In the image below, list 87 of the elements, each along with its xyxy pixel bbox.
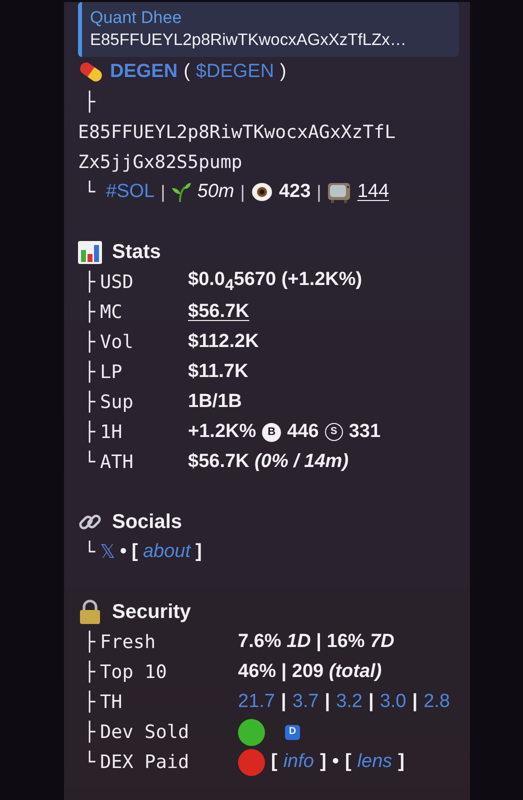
row-label: Vol [100, 332, 134, 352]
link[interactable]: 21.7 [238, 691, 275, 713]
link[interactable]: 𝕏 [100, 540, 115, 564]
row-label: Dev Sold [100, 722, 190, 742]
ticker-link[interactable]: $DEGEN [196, 61, 274, 83]
row-label: 1H [100, 422, 124, 442]
value-text: 446 [287, 421, 319, 443]
link[interactable]: about [142, 541, 191, 563]
link[interactable]: 2.8 [424, 691, 450, 713]
row-label: Fresh [100, 632, 157, 652]
row-label: MC [100, 302, 124, 322]
pill-icon [78, 61, 104, 83]
quote-author: Quant Dhee [90, 7, 183, 29]
separator: | [240, 182, 245, 202]
row-label: LP [100, 362, 124, 382]
letter-badge: S [324, 423, 343, 441]
eye-icon [250, 182, 273, 202]
row-label: DEX Paid [100, 752, 190, 772]
tree-branch: ├ [84, 632, 96, 652]
link[interactable]: 3.7 [292, 691, 319, 713]
value-text: ] [320, 751, 326, 773]
value-text: ] [398, 751, 404, 773]
section-title: Stats [112, 240, 161, 264]
quoted-message[interactable]: Quant Dhee E85FFUEYL2p8RiwTKwocxAGxXzTfLZx… [78, 2, 459, 57]
tree-branch: ├ [84, 422, 96, 442]
value-text: • [120, 541, 127, 563]
tree-branch: └ [84, 452, 96, 472]
value-text: $56.7K (0% / 14m) [188, 451, 349, 473]
seedling-icon [171, 181, 192, 203]
quote-text: E85FFUEYL2p8RiwTKwocxAGxXzTfLZx… [90, 30, 408, 51]
row-label: TH [100, 692, 124, 712]
value-text: +1.2K% [188, 421, 256, 443]
tree-branch: ├ [84, 692, 96, 712]
count-link[interactable]: 144 [357, 181, 390, 203]
separator: | [160, 182, 166, 202]
row-label: Top 10 [100, 662, 168, 682]
link[interactable]: lens [357, 751, 392, 773]
row-label: ATH [100, 452, 134, 472]
section-title: Security [112, 600, 191, 624]
paren-text: ( [184, 61, 190, 83]
value-text: 1B/1B [188, 391, 242, 413]
value-text: 46% | 209 (total) [238, 661, 382, 683]
value-text: | [324, 691, 330, 713]
bar-chart-icon [78, 240, 102, 264]
link[interactable]: info [283, 751, 314, 773]
value-text: $112.2K [188, 331, 259, 353]
contract-address: Zx5jjGx82S5pump [78, 152, 242, 172]
letter-badge: B [262, 422, 282, 442]
tree-branch: ├ [84, 392, 96, 412]
tree-branch: ├ [84, 332, 96, 352]
value-text: $11.7K [188, 361, 248, 383]
chain-tag-link[interactable]: #SOL [106, 181, 155, 203]
value-text: | [368, 691, 374, 713]
tree-branch: ├ [84, 272, 96, 292]
value-text: • [332, 751, 339, 773]
value-text: | [412, 691, 418, 713]
tree-branch: ├ [84, 302, 96, 322]
tree-branch: ├ [84, 662, 96, 682]
tree-branch: ├ [84, 92, 96, 112]
row-label: Sup [100, 392, 134, 412]
value-text: [ [132, 541, 138, 563]
link[interactable]: 3.0 [380, 691, 406, 713]
views-count: 423 [278, 181, 311, 203]
value-text: ] [196, 541, 202, 563]
tree-branch: └ [84, 542, 96, 562]
value-link[interactable]: $56.7K [188, 301, 250, 323]
tree-branch: ├ [84, 722, 96, 742]
value-text: 331 [348, 421, 381, 443]
padlock-icon [78, 599, 102, 625]
value-text: 7.6% 1D | 16% 7D [238, 631, 394, 653]
row-label: USD [100, 272, 134, 292]
token-name-link[interactable]: DEGEN [110, 61, 178, 83]
contract-address: E85FFUEYL2p8RiwTKwocxAGxXzTfL [78, 122, 396, 142]
value-text: [ [271, 751, 278, 773]
age-text: 50m [197, 181, 234, 203]
section-title: Socials [112, 510, 182, 534]
tree-branch: └ [84, 182, 96, 202]
paren-text: ) [280, 61, 286, 83]
television-icon [327, 181, 352, 203]
value-text: [ [344, 751, 352, 773]
link[interactable]: 3.2 [336, 691, 362, 713]
letter-badge: D [285, 724, 300, 740]
value-text: $0.0$_{4}$5670 (+1.2K%) [188, 269, 362, 295]
separator: | [316, 182, 322, 202]
tree-branch: └ [84, 752, 96, 772]
tree-branch: ├ [84, 362, 96, 382]
value-text: | [280, 691, 286, 713]
